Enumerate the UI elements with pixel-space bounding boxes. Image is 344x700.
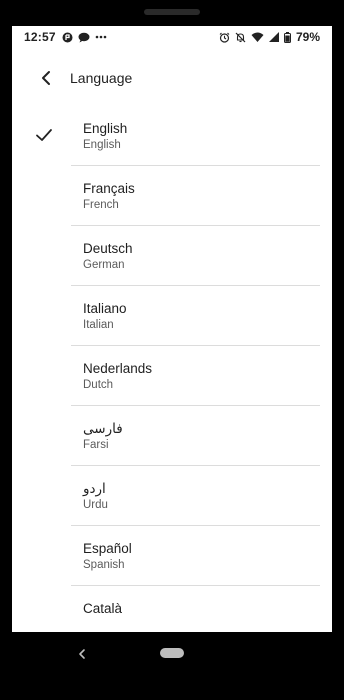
- screen: 12:57 79% Language English English Franç…: [12, 26, 332, 632]
- status-bar: 12:57 79%: [12, 26, 332, 48]
- language-english-name: German: [83, 259, 125, 271]
- page-title: Language: [70, 70, 133, 86]
- language-native-name: Nederlands: [83, 361, 153, 376]
- language-english-name: English: [83, 139, 121, 151]
- language-native-name: اردو: [83, 481, 106, 496]
- phone-frame: 12:57 79% Language English English Franç…: [0, 0, 344, 700]
- language-english-name: Urdu: [83, 499, 108, 511]
- game-icon: [62, 32, 73, 43]
- language-item-spanish[interactable]: Español Spanish: [12, 526, 332, 586]
- status-right-icons: 79%: [219, 30, 320, 44]
- language-item-farsi[interactable]: فارسی Farsi: [12, 406, 332, 466]
- language-english-name: Dutch: [83, 379, 114, 391]
- language-item-urdu[interactable]: اردو Urdu: [12, 466, 332, 526]
- check-icon: [34, 125, 54, 145]
- wifi-icon: [251, 32, 264, 42]
- status-left-icons: [62, 32, 107, 43]
- language-item-italian[interactable]: Italiano Italian: [12, 286, 332, 346]
- language-native-name: English: [83, 121, 128, 136]
- home-pill-icon[interactable]: [160, 648, 184, 658]
- language-english-name: Italian: [83, 319, 114, 331]
- speaker-grille: [144, 9, 200, 15]
- more-dots-icon: [95, 35, 107, 39]
- alarm-icon: [219, 32, 230, 43]
- language-item-french[interactable]: Français French: [12, 166, 332, 226]
- language-native-name: Català: [83, 601, 123, 616]
- language-item-german[interactable]: Deutsch German: [12, 226, 332, 286]
- language-native-name: فارسی: [83, 421, 123, 436]
- language-item-dutch[interactable]: Nederlands Dutch: [12, 346, 332, 406]
- navigation-bar: [0, 632, 344, 680]
- language-native-name: Français: [83, 181, 135, 196]
- battery-percentage: 79%: [295, 30, 320, 44]
- back-arrow-icon: [38, 70, 54, 86]
- language-native-name: Italiano: [83, 301, 127, 316]
- language-item-catalan[interactable]: Català: [12, 586, 332, 632]
- chat-icon: [78, 32, 90, 43]
- language-item-english[interactable]: English English: [12, 106, 332, 166]
- signal-icon: [268, 32, 279, 42]
- language-english-name: French: [83, 199, 119, 211]
- battery-icon: [283, 31, 291, 43]
- back-button[interactable]: [26, 58, 66, 98]
- app-bar: Language: [12, 56, 332, 100]
- language-list: English English Français French Deutsch …: [12, 106, 332, 632]
- nav-back-icon[interactable]: [74, 646, 90, 662]
- status-time: 12:57: [24, 30, 56, 44]
- notifications-off-icon: [235, 32, 246, 43]
- language-native-name: Español: [83, 541, 132, 556]
- language-english-name: Farsi: [83, 439, 109, 451]
- language-english-name: Spanish: [83, 559, 125, 571]
- language-native-name: Deutsch: [83, 241, 133, 256]
